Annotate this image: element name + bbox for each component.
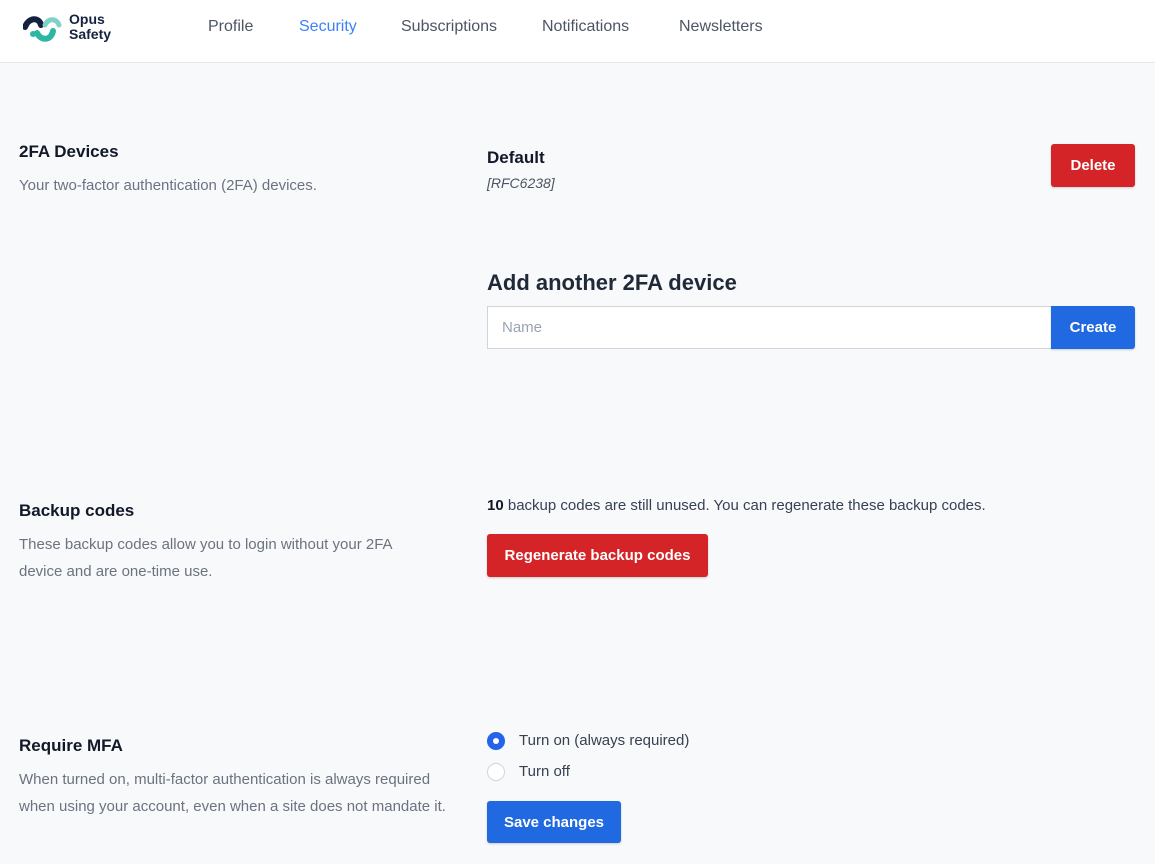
opus-safety-logo-icon <box>23 16 62 42</box>
nav-newsletters[interactable]: Newsletters <box>679 18 763 36</box>
delete-device-button[interactable]: Delete <box>1051 144 1135 187</box>
nav-notifications[interactable]: Notifications <box>542 18 629 36</box>
nav-security[interactable]: Security <box>299 18 357 36</box>
brand-name-line2: Safety <box>69 26 112 42</box>
radio-turn-off-label: Turn off <box>519 763 570 780</box>
save-changes-button[interactable]: Save changes <box>487 801 621 843</box>
backup-description: These backup codes allow you to login wi… <box>19 536 392 580</box>
create-device-button[interactable]: Create <box>1051 306 1135 349</box>
radio-turn-on-label: Turn on (always required) <box>519 732 690 749</box>
brand-logo[interactable]: Opus Safety <box>23 11 133 45</box>
backup-title: Backup codes <box>19 501 135 520</box>
twofa-description: Your two-factor authentication (2FA) dev… <box>19 177 317 194</box>
device-type: [RFC6238] <box>487 175 555 191</box>
device-name-input[interactable] <box>487 306 1051 349</box>
brand-name-line1: Opus <box>69 11 105 27</box>
add-device-title: Add another 2FA device <box>487 270 737 295</box>
regenerate-backup-codes-button[interactable]: Regenerate backup codes <box>487 534 708 577</box>
backup-status-text: backup codes are still unused. You can r… <box>503 497 986 514</box>
radio-turn-on[interactable] <box>487 732 505 750</box>
backup-count: 10 <box>487 497 504 514</box>
mfa-description: When turned on, multi-factor authenticat… <box>19 771 446 815</box>
radio-turn-off[interactable] <box>487 763 505 781</box>
backup-status: 10 backup codes are still unused. You ca… <box>487 497 986 514</box>
nav-profile[interactable]: Profile <box>208 18 253 36</box>
mfa-title: Require MFA <box>19 736 123 755</box>
device-name: Default <box>487 148 545 167</box>
nav-subscriptions[interactable]: Subscriptions <box>401 18 497 36</box>
brand-name: Opus Safety <box>69 12 111 42</box>
twofa-title: 2FA Devices <box>19 142 119 161</box>
top-navigation-bar: Opus Safety Profile Security Subscriptio… <box>0 0 1155 63</box>
